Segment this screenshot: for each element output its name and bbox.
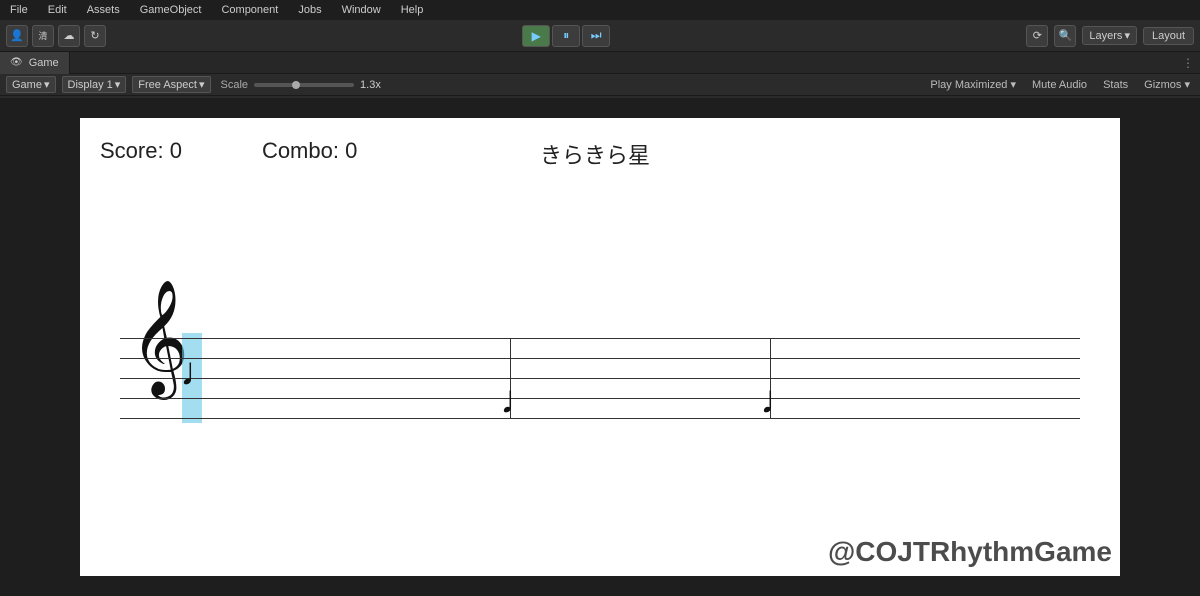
- aspect-chevron-icon: ▾: [199, 78, 205, 91]
- toolbar-left-group: 👤 清 ☁ ↻: [6, 25, 106, 47]
- history-icon[interactable]: ⟳: [1026, 25, 1048, 47]
- refresh-icon[interactable]: ↻: [84, 25, 106, 47]
- staff-line-3: [120, 378, 1080, 379]
- staff-lines: [120, 338, 1080, 418]
- right-controls: ⟳ 🔍 Layers ▾ Layout: [1026, 25, 1194, 47]
- step-button[interactable]: ⏭: [582, 25, 610, 47]
- tab-more-icon[interactable]: ⋮: [1182, 56, 1200, 70]
- menu-gameobject[interactable]: GameObject: [136, 3, 206, 17]
- scale-thumb: [292, 81, 300, 89]
- menu-window[interactable]: Window: [338, 3, 385, 17]
- staff-line-5: [120, 418, 1080, 419]
- clear-icon[interactable]: 清: [32, 25, 54, 47]
- menu-file[interactable]: File: [6, 3, 32, 17]
- score-area: Score: 0 Combo: 0: [100, 138, 357, 164]
- toolbar: 👤 清 ☁ ↻ ▶ ⏸ ⏭ ⟳ 🔍 Layers ▾ Layout: [0, 20, 1200, 52]
- staff-line-4: [120, 398, 1080, 399]
- play-maximized-btn[interactable]: Play Maximized ▾: [926, 77, 1020, 92]
- staff-area: 𝄞 ♩ ♩ ♩: [120, 318, 1080, 438]
- menu-edit[interactable]: Edit: [44, 3, 71, 17]
- display-dropdown[interactable]: Display 1 ▾: [62, 76, 127, 93]
- game-toolbar: Game ▾ Display 1 ▾ Free Aspect ▾ Scale 1…: [0, 74, 1200, 96]
- game-label: Game: [12, 79, 42, 91]
- game-chevron-icon: ▾: [44, 78, 50, 91]
- game-canvas: Score: 0 Combo: 0 きらきら星 𝄞 ♩: [80, 118, 1120, 576]
- scale-slider[interactable]: [254, 83, 354, 87]
- layout-button[interactable]: Layout: [1143, 27, 1194, 45]
- layers-chevron-icon: ▾: [1124, 29, 1130, 42]
- mute-audio-btn[interactable]: Mute Audio: [1028, 78, 1091, 92]
- staff-line-2: [120, 358, 1080, 359]
- play-controls: ▶ ⏸ ⏭: [522, 25, 610, 47]
- tab-bar: 👁 Game ⋮: [0, 52, 1200, 74]
- note-3: ♩: [760, 376, 800, 423]
- layers-dropdown[interactable]: Layers ▾: [1082, 26, 1137, 45]
- game-tab-label: Game: [29, 57, 59, 69]
- game-tab-icon: 👁: [10, 57, 23, 68]
- stats-btn[interactable]: Stats: [1099, 78, 1132, 92]
- menu-help[interactable]: Help: [397, 3, 428, 17]
- play-button[interactable]: ▶: [522, 25, 550, 47]
- menu-component[interactable]: Component: [217, 3, 282, 17]
- staff-line-1: [120, 338, 1080, 339]
- layers-label: Layers: [1089, 30, 1122, 42]
- score-label: Score: 0: [100, 138, 182, 164]
- pause-button[interactable]: ⏸: [552, 25, 580, 47]
- menu-bar: File Edit Assets GameObject Component Jo…: [0, 0, 1200, 20]
- display-label: Display 1: [68, 79, 113, 91]
- game-viewport: Score: 0 Combo: 0 きらきら星 𝄞 ♩: [0, 98, 1200, 596]
- song-title: きらきら星: [540, 138, 650, 170]
- gizmos-btn[interactable]: Gizmos ▾: [1140, 77, 1194, 92]
- account-icon[interactable]: 👤: [6, 25, 28, 47]
- game-dropdown[interactable]: Game ▾: [6, 76, 56, 93]
- aspect-dropdown[interactable]: Free Aspect ▾: [132, 76, 210, 93]
- scale-value: 1.3x: [360, 79, 381, 91]
- display-chevron-icon: ▾: [115, 78, 121, 91]
- watermark: @COJTRhythmGame: [828, 536, 1112, 568]
- game-tab[interactable]: 👁 Game: [0, 52, 70, 74]
- note-1: ♩: [180, 348, 220, 395]
- game-right-controls: Play Maximized ▾ Mute Audio Stats Gizmos…: [926, 77, 1194, 92]
- combo-label: Combo: 0: [262, 138, 357, 164]
- menu-jobs[interactable]: Jobs: [294, 3, 325, 17]
- note-2: ♩: [500, 376, 540, 423]
- scale-label: Scale: [221, 79, 249, 91]
- cloud-icon[interactable]: ☁: [58, 25, 80, 47]
- search-icon[interactable]: 🔍: [1054, 25, 1076, 47]
- aspect-label: Free Aspect: [138, 79, 197, 91]
- menu-assets[interactable]: Assets: [83, 3, 124, 17]
